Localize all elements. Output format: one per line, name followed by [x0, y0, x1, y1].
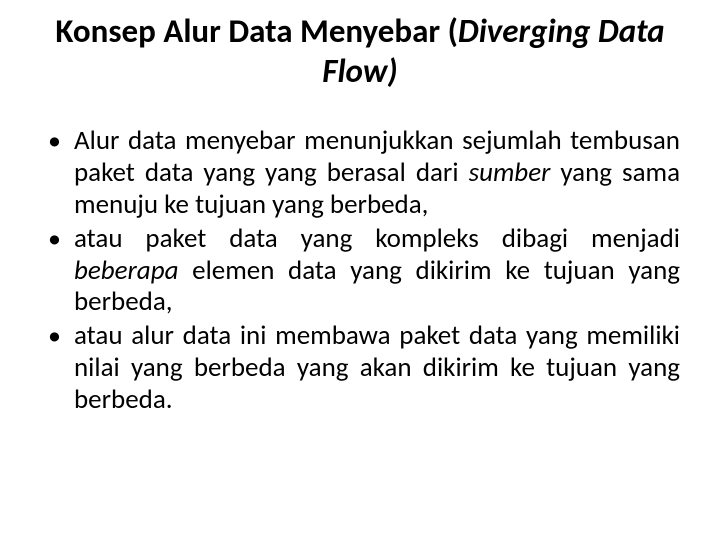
bullet-text-italic: beberapa	[74, 254, 178, 287]
bullet-text-pre: atau paket data yang kompleks dibagi men…	[74, 222, 680, 255]
slide-title: Konsep Alur Data Menyebar (Diverging Dat…	[40, 12, 680, 91]
list-item: Alur data menyebar menunjukkan sejumlah …	[40, 125, 680, 221]
list-item: atau alur data ini membawa paket data ya…	[40, 320, 680, 416]
title-plain-part: Konsep Alur Data Menyebar (	[55, 11, 457, 51]
bullet-list: Alur data menyebar menunjukkan sejumlah …	[40, 125, 680, 416]
list-item: atau paket data yang kompleks dibagi men…	[40, 223, 680, 319]
bullet-text-pre: atau alur data ini membawa paket data ya…	[74, 319, 680, 416]
bullet-text-italic: sumber	[469, 156, 551, 189]
